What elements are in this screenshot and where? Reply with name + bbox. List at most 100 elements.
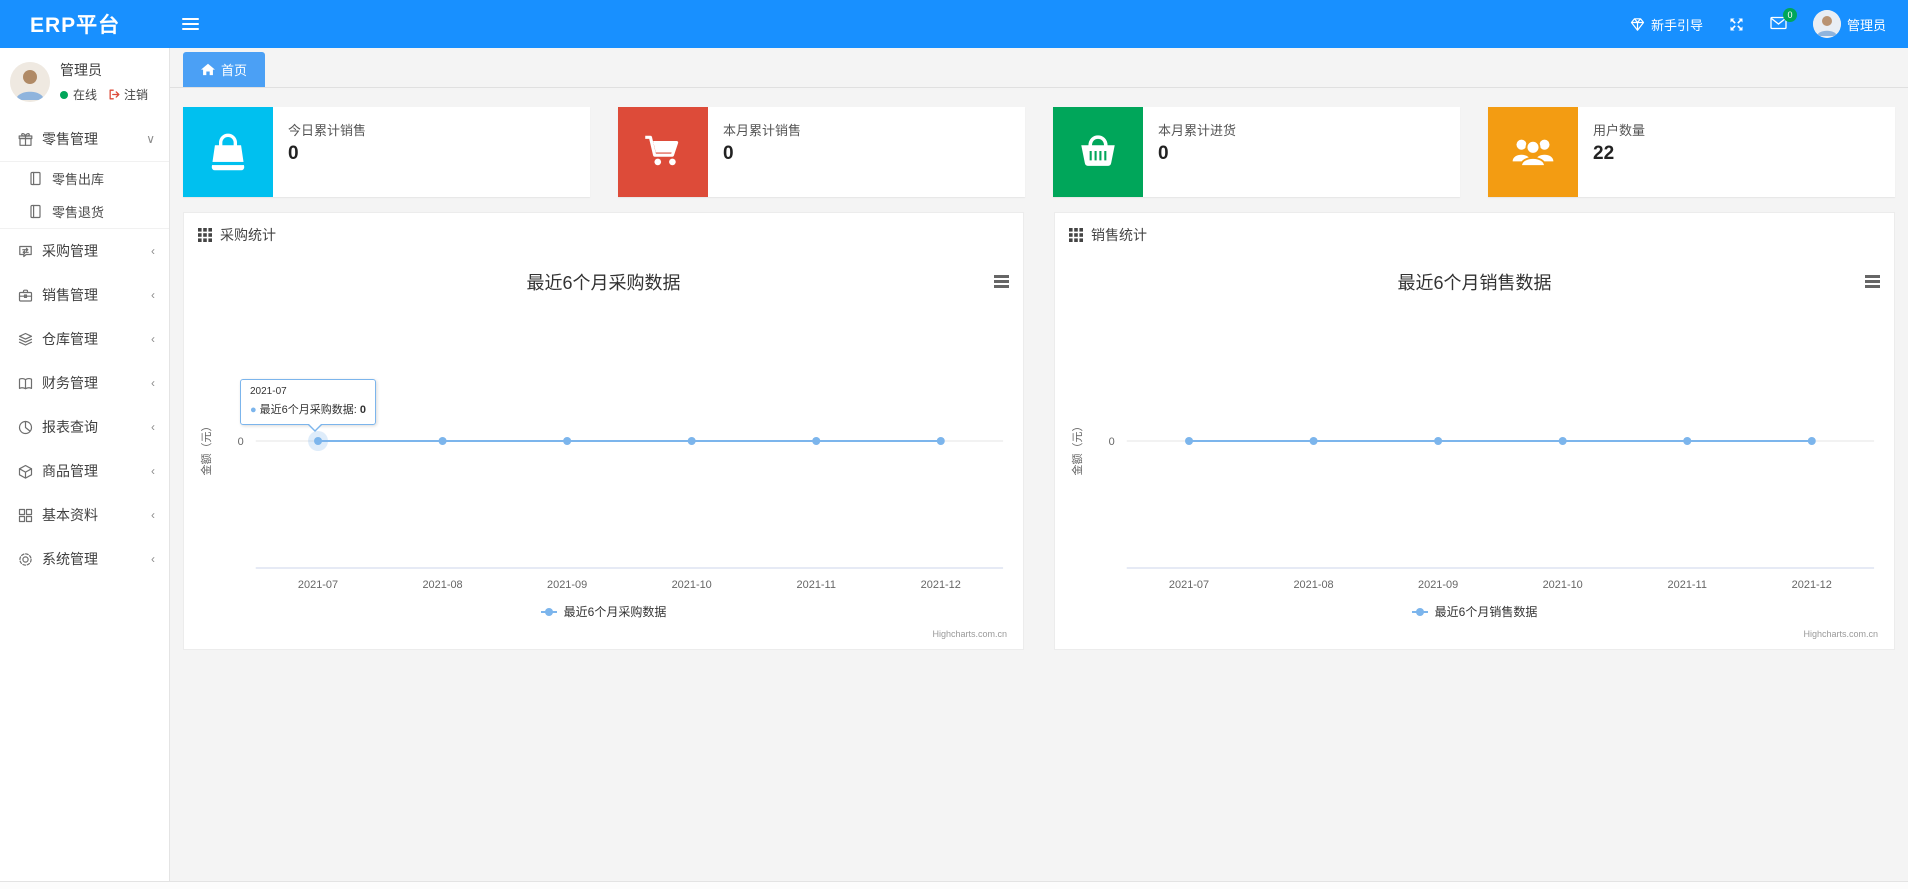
shopping-bag-icon [210, 133, 246, 171]
sidebar-item-warehouse[interactable]: 仓库管理 ‹ [0, 317, 169, 361]
gear-icon [19, 552, 32, 566]
stat-card-today-sales: 今日累计销售 0 [183, 107, 590, 197]
chart-credits: Highcharts.com.cn [932, 629, 1007, 639]
sidebar-item-goods[interactable]: 商品管理 ‹ [0, 449, 169, 493]
guide-button[interactable]: 新手引导 [1630, 15, 1703, 34]
svg-text:2021-07: 2021-07 [298, 579, 338, 591]
sidebar-item-retail[interactable]: 零售管理 ∨ [0, 117, 169, 161]
sidebar-item-label: 财务管理 [42, 375, 98, 391]
chevron-left-icon: ‹ [151, 332, 155, 346]
hamburger-icon [181, 15, 199, 33]
chart-credits: Highcharts.com.cn [1803, 629, 1878, 639]
chevron-left-icon: ‹ [151, 464, 155, 478]
sidebar-item-finance[interactable]: 财务管理 ‹ [0, 361, 169, 405]
logout-icon [109, 89, 120, 100]
chevron-left-icon: ‹ [151, 420, 155, 434]
content-area: 今日累计销售 0 本月累计销售 0 本月累计进货 0 用户数量 22 采购统计 … [170, 88, 1908, 881]
tab-home[interactable]: 首页 [183, 52, 266, 87]
sidebar-item-label: 销售管理 [42, 287, 98, 303]
layers-icon [18, 332, 33, 346]
sidebar-item-report[interactable]: 报表查询 ‹ [0, 405, 169, 449]
th-grid-icon [1069, 228, 1083, 242]
svg-text:金额（元）: 金额（元） [199, 421, 213, 476]
grid-icon [18, 508, 33, 522]
basket-icon [1081, 135, 1115, 166]
svg-text:2021-10: 2021-10 [1543, 579, 1583, 591]
avatar [1812, 10, 1841, 38]
chevron-left-icon: ‹ [151, 508, 155, 522]
svg-text:2021-07: 2021-07 [1169, 579, 1209, 591]
stat-label: 今日累计销售 [288, 123, 367, 138]
users-icon [1512, 139, 1554, 168]
sidebar-item-label: 仓库管理 [42, 331, 98, 347]
sidebar-item-label: 采购管理 [42, 243, 98, 259]
sidebar: 管理员 在线 注销 零售管理 ∨ 零售出库 零售退货 采购管理 ‹ 销售管理 ‹… [0, 48, 170, 881]
sidebar-item-label: 系统管理 [42, 551, 98, 567]
gift-icon [18, 132, 33, 146]
svg-text:2021-09: 2021-09 [547, 579, 587, 591]
legend-marker-icon [540, 607, 557, 616]
chart-plot[interactable]: 0 金额（元） 2021-07 2021-08 2021-09 2021-10 2021-1… [1055, 257, 1894, 650]
sidebar-item-label: 商品管理 [42, 463, 98, 479]
page-footer [0, 881, 1908, 889]
gem-icon [1630, 17, 1645, 31]
legend-marker-icon [1411, 607, 1428, 616]
home-icon [201, 63, 215, 76]
sidebar-item-label: 零售退货 [52, 205, 105, 220]
chart-legend-item[interactable]: 最近6个月销售数据 [1055, 603, 1894, 620]
notebook-icon [30, 171, 41, 186]
sidebar-item-basic-data[interactable]: 基本资料 ‹ [0, 493, 169, 537]
stat-value: 0 [1158, 143, 1169, 164]
svg-text:2021-12: 2021-12 [921, 579, 961, 591]
svg-text:0: 0 [238, 436, 244, 448]
chart-plot[interactable]: 0 金额（元） 2021-07 2021-08 2021-09 2021-10 2021-1… [184, 257, 1023, 650]
svg-text:2021-08: 2021-08 [1293, 579, 1333, 591]
chart-legend-item[interactable]: 最近6个月采购数据 [184, 603, 1023, 620]
sidebar-item-label: 基本资料 [42, 507, 98, 523]
svg-text:2021-12: 2021-12 [1792, 579, 1832, 591]
sidebar-menu: 零售管理 ∨ 零售出库 零售退货 采购管理 ‹ 销售管理 ‹ 仓库管理 ‹ 财务… [0, 117, 169, 581]
svg-text:2021-11: 2021-11 [1668, 579, 1707, 591]
sales-chart: 最近6个月销售数据 0 金额（元） 2021-07 2021-08 2021-09 202… [1055, 257, 1894, 650]
svg-text:2021-09: 2021-09 [1418, 579, 1458, 591]
chevron-left-icon: ‹ [151, 288, 155, 302]
top-navbar: ERP平台 新手引导 0 管理员 [0, 0, 1908, 48]
brand-logo: ERP平台 [30, 14, 121, 37]
user-menu[interactable]: 管理员 [1812, 10, 1886, 38]
logout-button[interactable]: 注销 [108, 86, 148, 103]
sidebar-item-retail-return[interactable]: 零售退货 [0, 195, 169, 228]
online-status-icon [60, 90, 68, 99]
retail-submenu: 零售出库 零售退货 [0, 161, 169, 229]
online-status-label: 在线 [73, 88, 98, 102]
chevron-down-icon: ∨ [146, 132, 155, 146]
tooltip-category: 2021-07 [250, 386, 287, 397]
sidebar-item-purchase[interactable]: 采购管理 ‹ [0, 229, 169, 273]
sidebar-item-sales[interactable]: 销售管理 ‹ [0, 273, 169, 317]
stat-label: 用户数量 [1593, 123, 1646, 138]
sidebar-item-label: 报表查询 [42, 419, 98, 435]
chart-tooltip: 2021-07 ● 最近6个月采购数据: 0 [240, 379, 377, 432]
svg-text:2021-11: 2021-11 [797, 579, 836, 591]
chevron-left-icon: ‹ [151, 552, 155, 566]
panel-title: 销售统计 [1091, 227, 1147, 243]
sidebar-item-label: 零售出库 [52, 172, 105, 187]
sidebar-item-retail-outbound[interactable]: 零售出库 [0, 162, 169, 195]
chat-loop-icon [19, 245, 32, 257]
fullscreen-icon [1730, 18, 1743, 30]
svg-text:2021-10: 2021-10 [672, 579, 712, 591]
briefcase-icon [18, 289, 33, 302]
fullscreen-button[interactable] [1729, 17, 1744, 32]
legend-label: 最近6个月销售数据 [1434, 605, 1538, 619]
chevron-left-icon: ‹ [151, 376, 155, 390]
tab-bar: 首页 [170, 48, 1908, 88]
notebook-icon [30, 204, 41, 219]
sidebar-toggle-button[interactable] [170, 0, 210, 48]
messages-button[interactable]: 0 [1770, 7, 1797, 33]
cart-icon [645, 135, 679, 166]
tab-label: 首页 [221, 63, 248, 78]
purchase-chart: 最近6个月采购数据 0 金额（元） 2021-07 2021-08 2021-09 202… [184, 257, 1023, 650]
sidebar-item-system[interactable]: 系统管理 ‹ [0, 537, 169, 581]
avatar [10, 61, 50, 102]
stat-label: 本月累计销售 [723, 123, 802, 138]
svg-text:金额（元）: 金额（元） [1070, 421, 1084, 476]
